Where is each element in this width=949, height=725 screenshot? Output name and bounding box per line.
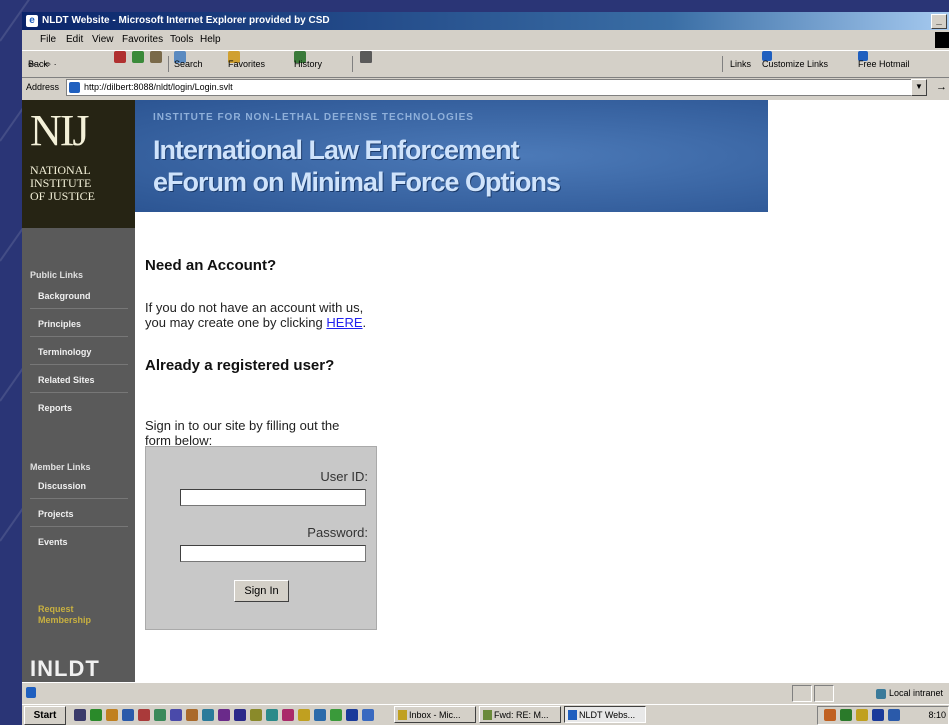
- quicklaunch-icon[interactable]: [218, 709, 230, 721]
- address-input[interactable]: http://dilbert:8088/nldt/login/Login.svl…: [66, 79, 913, 96]
- nav-principles[interactable]: Principles: [30, 311, 128, 337]
- quicklaunch-icon[interactable]: [362, 709, 374, 721]
- quicklaunch-icon[interactable]: [298, 709, 310, 721]
- header-banner: INSTITUTE FOR NON-LETHAL DEFENSE TECHNOL…: [135, 100, 768, 212]
- nav-related-sites[interactable]: Related Sites: [30, 367, 128, 393]
- address-dropdown-icon[interactable]: ▼: [911, 79, 927, 96]
- user-id-input[interactable]: [180, 489, 366, 506]
- ie-icon: [568, 710, 577, 720]
- standard-toolbar: ⇦ · ⇨ · Back Search Favorites History Li…: [22, 50, 949, 78]
- minimize-button[interactable]: _: [931, 14, 947, 29]
- windows-taskbar: Start Inbox - Mic... Fwd: RE: M... NLDT …: [22, 704, 949, 725]
- member-links-heading: Member Links: [30, 462, 91, 472]
- menu-favorites[interactable]: Favorites: [122, 30, 163, 50]
- page-content: NIJ NATIONAL INSTITUTE OF JUSTICE Public…: [22, 100, 949, 682]
- institute-name: INSTITUTE FOR NON-LETHAL DEFENSE TECHNOL…: [153, 112, 474, 123]
- menu-file[interactable]: File: [40, 30, 56, 50]
- menu-help[interactable]: Help: [200, 30, 221, 50]
- nav-request-membership[interactable]: Request Membership: [30, 600, 110, 630]
- nav-discussion[interactable]: Discussion: [30, 473, 128, 499]
- tray-icon[interactable]: [840, 709, 852, 721]
- quicklaunch-icon[interactable]: [250, 709, 262, 721]
- banner-title-line1: International Law Enforcement: [153, 135, 520, 165]
- need-account-heading: Need an Account?: [145, 257, 277, 274]
- task-nldt-website[interactable]: NLDT Webs...: [564, 706, 646, 723]
- menu-tools[interactable]: Tools: [170, 30, 193, 50]
- address-url: http://dilbert:8088/nldt/login/Login.svl…: [84, 82, 233, 92]
- address-bar: Address http://dilbert:8088/nldt/login/L…: [22, 77, 949, 97]
- sign-in-button[interactable]: Sign In: [234, 580, 289, 602]
- registered-user-heading: Already a registered user?: [145, 357, 335, 374]
- tray-icon[interactable]: [856, 709, 868, 721]
- intranet-icon: [876, 688, 887, 699]
- go-icon[interactable]: →: [936, 77, 947, 97]
- security-zone: Local intranet: [876, 683, 943, 703]
- quicklaunch-icon[interactable]: [234, 709, 246, 721]
- links-label[interactable]: Links: [730, 51, 751, 77]
- inldt-logo: INLDT: [30, 656, 100, 681]
- tray-icon[interactable]: [824, 709, 836, 721]
- quicklaunch-icon[interactable]: [346, 709, 358, 721]
- public-links-heading: Public Links: [30, 270, 84, 280]
- quicklaunch-icon[interactable]: [90, 709, 102, 721]
- tray-icon[interactable]: [872, 709, 884, 721]
- ie-throbber-icon: [935, 32, 949, 48]
- quicklaunch-icon[interactable]: [282, 709, 294, 721]
- ie-icon: e: [26, 15, 38, 27]
- nav-background[interactable]: Background: [30, 283, 128, 309]
- quicklaunch-icon[interactable]: [138, 709, 150, 721]
- password-input[interactable]: [180, 545, 366, 562]
- outlook-icon: [398, 710, 407, 720]
- sign-in-instructions: Sign in to our site by filling out the f…: [145, 418, 340, 448]
- browser-window: e NLDT Website - Microsoft Internet Expl…: [22, 12, 949, 704]
- quicklaunch-icon[interactable]: [106, 709, 118, 721]
- menu-view[interactable]: View: [92, 30, 114, 50]
- quicklaunch-icon[interactable]: [330, 709, 342, 721]
- task-inbox[interactable]: Inbox - Mic...: [394, 706, 476, 723]
- quicklaunch-icon[interactable]: [186, 709, 198, 721]
- menu-bar: File Edit View Favorites Tools Help: [22, 30, 949, 50]
- status-page-icon: [26, 687, 36, 698]
- clock: 8:10: [928, 710, 946, 720]
- left-sidebar: NIJ NATIONAL INSTITUTE OF JUSTICE Public…: [22, 100, 135, 682]
- system-tray: 8:10: [817, 706, 949, 725]
- quicklaunch-icon[interactable]: [202, 709, 214, 721]
- title-bar: e NLDT Website - Microsoft Internet Expl…: [22, 12, 949, 30]
- need-account-text: If you do not have an account with us, y…: [145, 300, 367, 330]
- quicklaunch-icon[interactable]: [170, 709, 182, 721]
- quicklaunch-icon[interactable]: [154, 709, 166, 721]
- tray-icon[interactable]: [888, 709, 900, 721]
- nij-logo: NIJ NATIONAL INSTITUTE OF JUSTICE: [22, 100, 135, 228]
- quicklaunch-icon[interactable]: [314, 709, 326, 721]
- nav-projects[interactable]: Projects: [30, 501, 128, 527]
- status-bar: Local intranet: [22, 682, 949, 703]
- login-form: User ID: Password: Sign In: [145, 446, 377, 630]
- address-label: Address: [26, 82, 60, 92]
- mail-icon: [483, 710, 492, 720]
- nav-terminology[interactable]: Terminology: [30, 339, 128, 365]
- window-title: NLDT Website - Microsoft Internet Explor…: [42, 15, 330, 26]
- user-id-label: User ID:: [320, 469, 368, 484]
- quicklaunch-icon[interactable]: [122, 709, 134, 721]
- menu-edit[interactable]: Edit: [66, 30, 83, 50]
- task-fwd-mail[interactable]: Fwd: RE: M...: [479, 706, 561, 723]
- page-icon: [69, 82, 80, 93]
- banner-title-line2: eForum on Minimal Force Options: [153, 167, 561, 197]
- quicklaunch-icon[interactable]: [74, 709, 86, 721]
- nav-reports[interactable]: Reports: [30, 395, 128, 421]
- create-account-link[interactable]: HERE: [326, 315, 362, 330]
- start-button[interactable]: Start: [24, 706, 66, 725]
- quicklaunch-icon[interactable]: [266, 709, 278, 721]
- nav-events[interactable]: Events: [30, 529, 128, 555]
- password-label: Password:: [307, 525, 368, 540]
